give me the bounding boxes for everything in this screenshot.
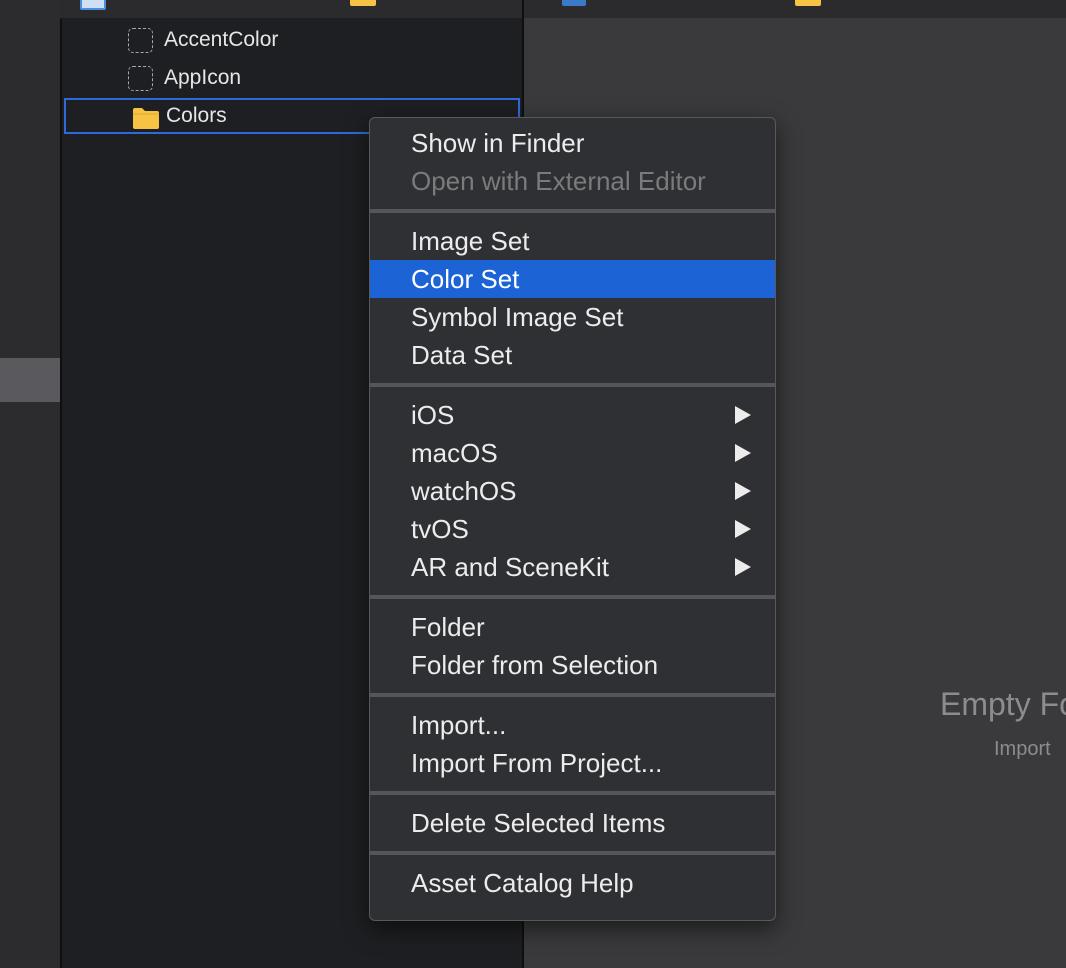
navigator-strip — [0, 0, 60, 968]
navigator-selected-row[interactable] — [0, 358, 60, 402]
menu-item-ar-scenekit[interactable]: AR and SceneKit — [370, 548, 775, 586]
menu-item-label: AR and SceneKit — [411, 551, 610, 582]
folder-icon[interactable] — [795, 0, 821, 6]
breadcrumb — [60, 0, 1066, 19]
menu-item-watchos[interactable]: watchOS — [370, 472, 775, 510]
menu-item-label: iOS — [411, 399, 455, 430]
dashed-asset-icon — [128, 28, 153, 53]
menu-item-label: watchOS — [411, 475, 517, 506]
dashed-asset-icon — [128, 66, 153, 91]
menu-item-image-set[interactable]: Image Set — [370, 222, 775, 260]
submenu-arrow-icon — [735, 482, 751, 500]
menu-item-color-set[interactable]: Color Set — [370, 260, 775, 298]
empty-subtitle: Import — [994, 738, 1051, 760]
menu-item-data-set[interactable]: Data Set — [370, 336, 775, 374]
folder-icon — [133, 108, 159, 129]
menu-item-tvos[interactable]: tvOS — [370, 510, 775, 548]
submenu-arrow-icon — [735, 558, 751, 576]
menu-item-folder[interactable]: Folder — [370, 608, 775, 646]
xcode-window: AccentColor AppIcon Colors Empty Fo Impo… — [0, 0, 1066, 968]
menu-item-show-in-finder[interactable]: Show in Finder — [370, 124, 775, 162]
outline-item-appicon[interactable]: AppIcon — [62, 60, 522, 96]
outline-item-label: Colors — [166, 104, 227, 127]
menu-item-ios[interactable]: iOS — [370, 396, 775, 434]
menu-item-open-external-editor: Open with External Editor — [411, 165, 706, 196]
asset-catalog-icon[interactable] — [562, 0, 586, 6]
menu-item-import-from-project[interactable]: Import From Project... — [370, 744, 775, 782]
submenu-arrow-icon — [735, 444, 751, 462]
menu-separator — [370, 791, 775, 795]
submenu-arrow-icon — [735, 406, 751, 424]
menu-separator — [370, 595, 775, 599]
context-menu: Show in Finder Open with External Editor… — [369, 117, 776, 921]
menu-item-label: tvOS — [411, 513, 469, 544]
document-icon[interactable] — [80, 0, 106, 10]
outline-item-label: AppIcon — [164, 66, 242, 89]
submenu-arrow-icon — [735, 520, 751, 538]
outline-item-accentcolor[interactable]: AccentColor — [62, 22, 522, 58]
menu-item-folder-from-selection[interactable]: Folder from Selection — [370, 646, 775, 684]
menu-separator — [370, 383, 775, 387]
menu-item-asset-catalog-help[interactable]: Asset Catalog Help — [370, 864, 775, 902]
menu-item-label: macOS — [411, 437, 498, 468]
menu-item-symbol-image-set[interactable]: Symbol Image Set — [370, 298, 775, 336]
menu-item-macos[interactable]: macOS — [370, 434, 775, 472]
menu-item-import[interactable]: Import... — [370, 706, 775, 744]
menu-separator — [370, 209, 775, 213]
empty-title: Empty Fo — [940, 686, 1066, 722]
menu-separator — [370, 851, 775, 855]
menu-item-delete-selected[interactable]: Delete Selected Items — [370, 804, 775, 842]
folder-icon[interactable] — [350, 0, 376, 6]
outline-item-label: AccentColor — [164, 28, 279, 51]
menu-separator — [370, 693, 775, 697]
